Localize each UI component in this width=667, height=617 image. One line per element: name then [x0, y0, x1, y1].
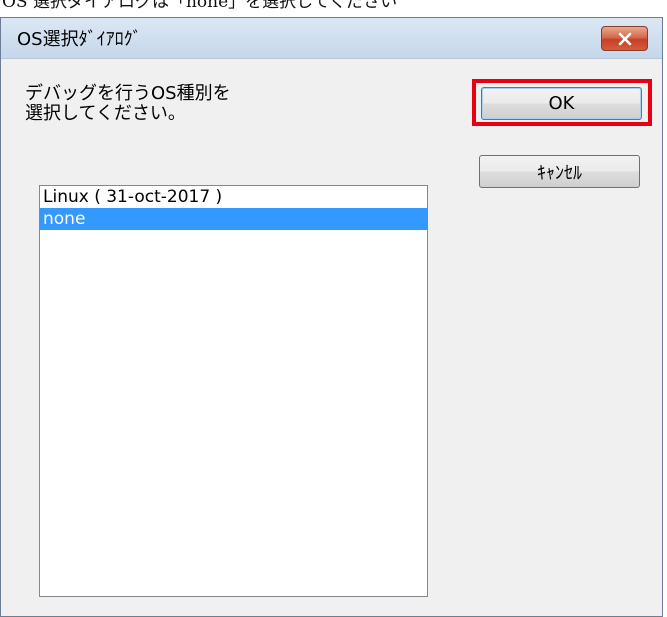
- dialog-client-area: デバッグを行うOS種別を 選択してください。 OK ｷｬﾝｾﾙ Linux ( …: [1, 59, 662, 616]
- dialog-title: OS選択ﾀﾞｲｱﾛｸﾞ: [17, 29, 142, 50]
- prompt-line-1: デバッグを行うOS種別を: [25, 83, 231, 104]
- close-button[interactable]: [601, 26, 648, 51]
- cancel-button[interactable]: ｷｬﾝｾﾙ: [479, 155, 640, 188]
- title-bar[interactable]: OS選択ﾀﾞｲｱﾛｸﾞ: [1, 18, 662, 59]
- close-x-icon: [618, 32, 631, 45]
- ok-button[interactable]: OK: [481, 87, 642, 120]
- dialog-prompt: デバッグを行うOS種別を 選択してください。: [25, 84, 445, 124]
- prompt-line-2: 選択してください。: [25, 103, 186, 124]
- os-list[interactable]: Linux ( 31-oct-2017 ) none: [39, 185, 428, 597]
- page-caption: OS 選択ダイアログは「none」を選択してください: [2, 0, 398, 12]
- list-item-none[interactable]: none: [40, 208, 427, 230]
- os-select-dialog: OS選択ﾀﾞｲｱﾛｸﾞ デバッグを行うOS種別を 選択してください。 OK ｷｬ…: [0, 17, 663, 617]
- list-item-linux[interactable]: Linux ( 31-oct-2017 ): [40, 186, 427, 208]
